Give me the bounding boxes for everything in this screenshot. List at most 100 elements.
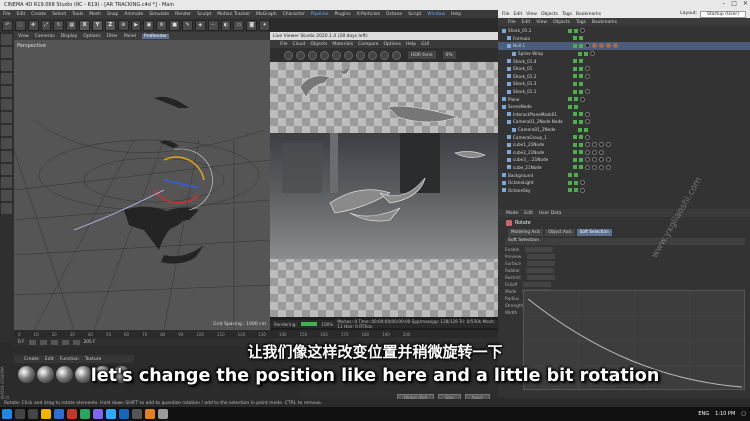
object-row[interactable]: Camera01_2Node Node [498, 118, 750, 126]
material-tag-icon[interactable] [580, 187, 585, 193]
cube-icon[interactable]: ■ [169, 19, 181, 31]
timeline-ruler[interactable]: 0 10 20 30 40 50 60 70 80 90 100 110 120 130 140 150 160… [14, 330, 498, 338]
visibility-check-icon[interactable] [573, 43, 577, 48]
menu-item-window[interactable]: Window [427, 12, 445, 17]
object-row[interactable]: Plane [498, 95, 750, 103]
visibility-check-icon[interactable] [568, 28, 572, 33]
render-check-icon[interactable] [579, 165, 583, 170]
camera-icon[interactable]: ◙ [246, 19, 258, 31]
visibility-check-icon[interactable] [573, 112, 577, 117]
send-scene-icon[interactable] [284, 50, 293, 60]
live-viewer-menu-cloud[interactable]: Cloud [293, 42, 306, 47]
layout-selector[interactable]: Layout: Startup (User) [680, 10, 746, 18]
viewport-menu-filter[interactable]: Filter [107, 34, 118, 39]
tab-modeling-axis[interactable]: Modeling Axis [508, 229, 544, 236]
menu-item-create[interactable]: Create [31, 12, 46, 17]
param-value-field[interactable] [525, 247, 554, 252]
search-icon[interactable] [15, 409, 25, 419]
viewport-scene[interactable] [14, 40, 270, 330]
live-viewer-menu-compare[interactable]: Compare [358, 42, 378, 47]
live-viewer-menu-objects[interactable]: Objects [310, 42, 327, 47]
visibility-check-icon[interactable] [568, 97, 572, 102]
cinema4d-icon[interactable] [119, 409, 129, 419]
material-tag-icon[interactable] [585, 134, 590, 140]
param-value-field[interactable] [526, 275, 555, 280]
app-icon[interactable] [145, 409, 155, 419]
visibility-check-icon[interactable] [573, 165, 577, 170]
material-tag-icon[interactable] [606, 164, 611, 170]
material-tag-icon[interactable] [580, 180, 585, 186]
object-row[interactable]: Shark_01.4 [498, 57, 750, 65]
render-check-icon[interactable] [574, 28, 578, 33]
tone-mapping-select[interactable]: HDR tone [408, 51, 436, 59]
live-viewer-menu-file[interactable]: File [280, 42, 288, 47]
menu-item-x-particles[interactable]: X-Particles [357, 12, 380, 17]
light-icon[interactable]: ✦ [259, 19, 271, 31]
restart-render-icon[interactable] [296, 50, 305, 60]
visibility-check-icon[interactable] [568, 104, 572, 109]
menu-item-select[interactable]: Select [52, 12, 66, 17]
make-editable-icon[interactable] [1, 34, 12, 45]
z-axis-toggle[interactable]: Z [104, 19, 116, 31]
model-mode-icon[interactable] [1, 47, 12, 58]
material-tag-icon[interactable] [585, 119, 590, 125]
array-icon[interactable]: ⋯ [207, 19, 219, 31]
deformer-icon[interactable]: ◐ [220, 19, 232, 31]
close-icon[interactable]: ✕ [743, 0, 748, 7]
render-check-icon[interactable] [574, 188, 578, 193]
object-row[interactable]: Shark_01.2 [498, 73, 750, 81]
render-check-icon[interactable] [584, 127, 588, 132]
object-manager-menu-bookmarks[interactable]: Bookmarks [592, 20, 617, 25]
move-icon[interactable]: ✥ [27, 19, 39, 31]
minimize-icon[interactable]: – [722, 0, 725, 7]
floor-icon[interactable]: ▭ [233, 19, 245, 31]
object-row[interactable]: Shark_01 [498, 65, 750, 73]
viewport-menu-options[interactable]: Options [83, 34, 100, 39]
material-tag-icon[interactable] [599, 149, 604, 155]
visibility-check-icon[interactable] [573, 66, 577, 71]
menu-item-snap[interactable]: Snap [107, 12, 118, 17]
menu-item-simulate[interactable]: Simulate [149, 12, 169, 17]
param-value-field[interactable] [526, 268, 554, 273]
tab-soft-selection[interactable]: Soft Selection [576, 229, 612, 236]
param-value-field[interactable] [527, 254, 556, 259]
undo-icon[interactable]: ↶ [2, 19, 13, 31]
render-check-icon[interactable] [574, 97, 578, 102]
material-tag-icon[interactable] [592, 142, 597, 148]
live-viewer-menu-gui[interactable]: GUI [421, 42, 429, 47]
render-check-icon[interactable] [579, 157, 583, 162]
menu-item-motion-tracker[interactable]: Motion Tracker [217, 12, 250, 17]
object-row[interactable]: Shark_01.1 [498, 88, 750, 96]
material-tag-icon[interactable] [585, 142, 590, 148]
menu-item-mograph[interactable]: MoGraph [256, 12, 276, 17]
menu-item-pipeline[interactable]: Pipeline [311, 12, 329, 17]
render-settings-icon[interactable]: ⚙ [156, 19, 168, 31]
om-menu-bookmarks[interactable]: Bookmarks [576, 12, 601, 17]
visibility-check-icon[interactable] [573, 74, 577, 79]
material-tag-icon[interactable] [590, 51, 595, 57]
material-tag-icon[interactable] [599, 142, 604, 148]
menu-item-edit[interactable]: Edit [17, 12, 26, 17]
render-check-icon[interactable] [579, 112, 583, 117]
x-axis-toggle[interactable]: X [79, 19, 91, 31]
visibility-check-icon[interactable] [573, 150, 577, 155]
app-icon[interactable] [80, 409, 90, 419]
visibility-check-icon[interactable] [573, 59, 577, 64]
texture-mode-icon[interactable] [1, 60, 12, 71]
visibility-check-icon[interactable] [573, 81, 577, 86]
axis-mode-icon[interactable] [1, 125, 12, 136]
visibility-check-icon[interactable] [573, 142, 577, 147]
object-row[interactable]: Spline Wrap [498, 50, 750, 58]
render-check-icon[interactable] [574, 173, 578, 178]
menu-item-octane[interactable]: Octane [386, 12, 402, 17]
object-row[interactable]: cube1_21Node [498, 141, 750, 149]
coordinate-system-icon[interactable]: ⊕ [117, 19, 129, 31]
om-menu-view[interactable]: View [526, 12, 537, 17]
visibility-check-icon[interactable] [573, 157, 577, 162]
clock[interactable]: 1:10 PM [715, 411, 735, 417]
tag-icon[interactable] [613, 43, 618, 49]
render-check-icon[interactable] [579, 66, 583, 71]
tag-icon[interactable] [592, 43, 597, 49]
om-menu-objects[interactable]: Objects [541, 12, 558, 17]
visibility-check-icon[interactable] [573, 119, 577, 124]
